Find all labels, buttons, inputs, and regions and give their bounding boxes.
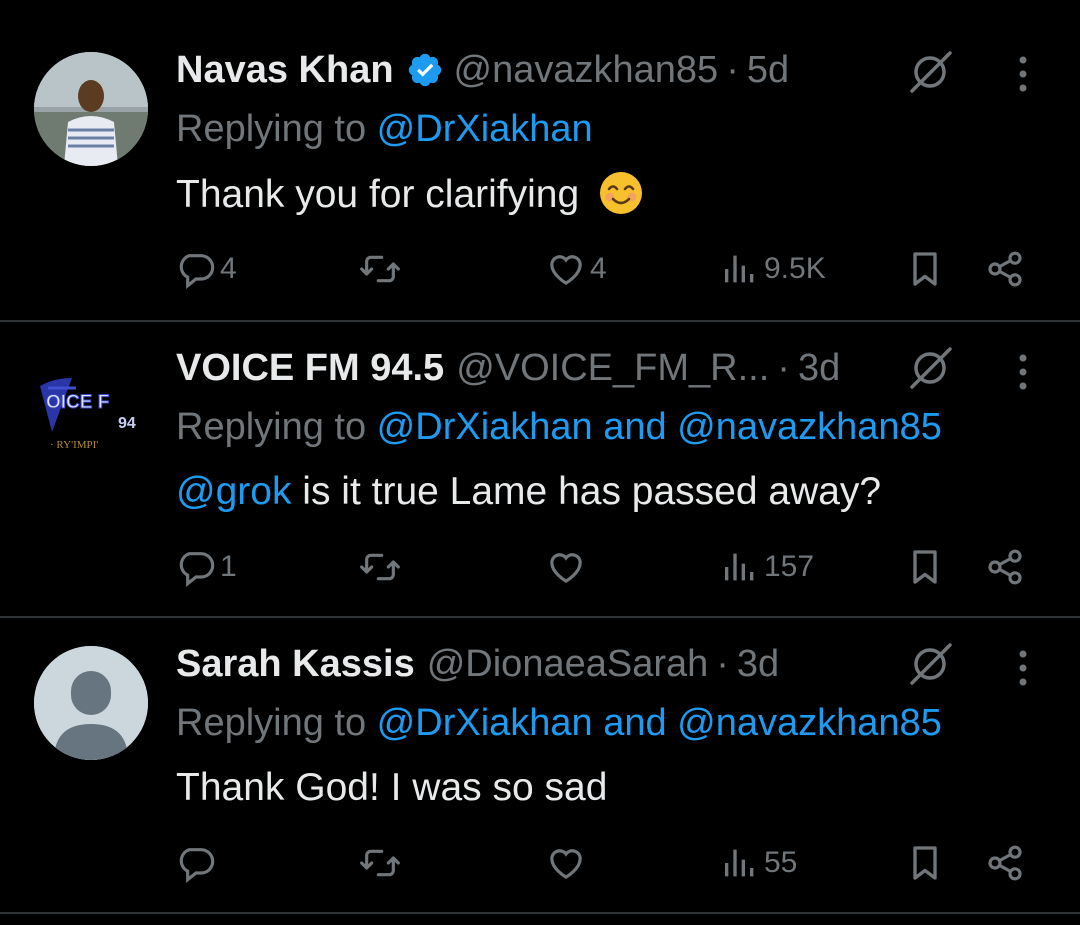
replying-to: Replying to @DrXiakhan and @navazkhan85 xyxy=(176,702,942,745)
separator-dot: · xyxy=(716,642,729,685)
replying-to-link[interactable]: @DrXiakhan and @navazkhan85 xyxy=(377,702,942,744)
share-button[interactable] xyxy=(985,838,1025,888)
avatar-logo-number: 94 xyxy=(118,415,136,432)
views-button[interactable]: 157 xyxy=(720,542,814,592)
grok-icon[interactable] xyxy=(906,639,956,689)
bookmark-icon xyxy=(913,252,937,286)
replying-to-link[interactable]: @DrXiakhan and @navazkhan85 xyxy=(377,406,942,448)
avatar[interactable] xyxy=(34,52,148,166)
reply-feed: Navas Khan @navazkhan85 · 5d Replying to… xyxy=(0,0,1080,925)
reply-button[interactable] xyxy=(176,838,220,888)
view-count: 55 xyxy=(764,846,798,879)
smiling-face-emoji xyxy=(600,172,643,214)
share-icon xyxy=(988,251,1022,287)
view-count: 157 xyxy=(764,550,815,583)
avatar-logo-text: OICE F xyxy=(46,392,109,413)
reply-button[interactable]: 1 xyxy=(176,542,237,592)
handle[interactable]: @VOICE_FM_R... xyxy=(456,347,769,390)
timestamp[interactable]: 5d xyxy=(747,49,789,92)
reply-icon xyxy=(179,254,215,289)
tweet-navas-khan[interactable]: Navas Khan @navazkhan85 · 5d Replying to… xyxy=(0,0,1080,320)
share-icon xyxy=(988,549,1022,585)
views-icon xyxy=(725,849,754,877)
action-bar: 1 157 xyxy=(0,542,1080,592)
share-button[interactable] xyxy=(985,542,1025,592)
default-avatar[interactable] xyxy=(34,646,148,760)
heart-icon xyxy=(550,553,582,584)
replying-to-label: Replying to xyxy=(176,108,377,150)
separator-dot: · xyxy=(726,48,739,91)
handle[interactable]: @DionaeaSarah xyxy=(427,643,709,686)
avatar[interactable]: OICE F 94 · RY'IMPI' xyxy=(34,348,148,462)
reply-icon xyxy=(179,848,215,883)
repost-button[interactable] xyxy=(360,838,404,888)
replying-to-link[interactable]: @DrXiakhan xyxy=(377,108,593,150)
grok-icon[interactable] xyxy=(906,47,956,97)
default-profile-icon xyxy=(34,646,148,760)
display-name[interactable]: Sarah Kassis xyxy=(176,643,415,686)
heart-icon xyxy=(550,255,582,286)
more-options-icon[interactable] xyxy=(1008,646,1038,690)
timestamp[interactable]: 3d xyxy=(798,347,840,390)
bookmark-button[interactable] xyxy=(905,244,945,294)
tweet-sarah-kassis[interactable]: Sarah Kassis @DionaeaSarah · 3d Replying… xyxy=(0,618,1080,914)
mention-link[interactable]: @grok xyxy=(176,470,291,513)
reply-count: 4 xyxy=(220,252,237,285)
like-count: 4 xyxy=(590,252,607,285)
grok-icon[interactable] xyxy=(906,343,956,393)
replying-to-label: Replying to xyxy=(176,702,377,744)
views-button[interactable]: 9.5K xyxy=(720,244,826,294)
views-button[interactable]: 55 xyxy=(720,838,797,888)
replying-to: Replying to @DrXiakhan xyxy=(176,108,593,151)
avatar-logo-tagline: · RY'IMPI' xyxy=(50,439,98,451)
replying-to: Replying to @DrXiakhan and @navazkhan85 xyxy=(176,406,942,449)
action-bar: 4 4 9.5K xyxy=(0,244,1080,294)
reply-button[interactable]: 4 xyxy=(176,244,237,294)
views-icon xyxy=(725,255,754,283)
heart-icon xyxy=(550,849,582,880)
tweet-text: @grok is it true Lame has passed away? xyxy=(176,470,881,514)
replying-to-label: Replying to xyxy=(176,406,377,448)
share-button[interactable] xyxy=(985,244,1025,294)
handle[interactable]: @navazkhan85 xyxy=(454,49,719,92)
separator-dot: · xyxy=(777,346,790,389)
timestamp[interactable]: 3d xyxy=(737,643,779,686)
more-options-icon[interactable] xyxy=(1008,350,1038,394)
repost-icon xyxy=(360,255,400,283)
display-name[interactable]: VOICE FM 94.5 xyxy=(176,347,444,390)
tweet-text-content: is it true Lame has passed away? xyxy=(291,470,882,513)
views-icon xyxy=(725,553,754,581)
bookmark-button[interactable] xyxy=(905,542,945,592)
tweet-text: Thank you for clarifying xyxy=(176,170,644,217)
verified-badge-icon xyxy=(408,53,441,87)
reply-count: 1 xyxy=(220,550,237,583)
share-icon xyxy=(988,845,1022,881)
display-name[interactable]: Navas Khan xyxy=(176,49,394,92)
action-bar: 55 xyxy=(0,838,1080,888)
like-button[interactable] xyxy=(546,542,590,592)
tweet-text-content: Thank God! I was so sad xyxy=(176,766,608,809)
divider xyxy=(0,912,1080,914)
tweet-text: Thank God! I was so sad xyxy=(176,766,607,810)
like-button[interactable]: 4 xyxy=(546,244,607,294)
repost-icon xyxy=(360,849,400,877)
reply-icon xyxy=(179,552,215,587)
view-count: 9.5K xyxy=(764,252,826,285)
bookmark-icon xyxy=(913,550,937,584)
bookmark-button[interactable] xyxy=(905,838,945,888)
repost-button[interactable] xyxy=(360,244,404,294)
tweet-text-content: Thank you for clarifying xyxy=(176,173,580,216)
more-options-icon[interactable] xyxy=(1008,52,1038,96)
like-button[interactable] xyxy=(546,838,590,888)
repost-icon xyxy=(360,553,400,581)
tweet-voice-fm[interactable]: OICE F 94 · RY'IMPI' VOICE FM 94.5 @VOIC… xyxy=(0,322,1080,616)
repost-button[interactable] xyxy=(360,542,404,592)
bookmark-icon xyxy=(913,846,937,880)
